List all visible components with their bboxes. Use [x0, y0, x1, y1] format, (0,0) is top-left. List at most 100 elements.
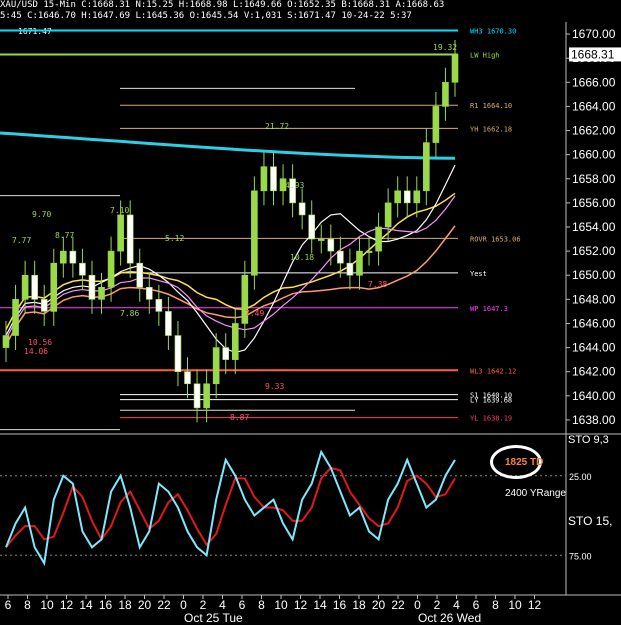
swing-label: 14.06	[24, 347, 48, 356]
time-tick-label: 6	[239, 598, 246, 612]
candle	[174, 335, 182, 373]
time-tick-label: 8	[492, 598, 499, 612]
time-tick-label: 20	[138, 598, 152, 612]
stoch-tick-label: 75.00	[569, 551, 592, 561]
candle	[145, 286, 153, 300]
chart-header-line2: 5:45 C:1646.70 H:1647.69 L:1645.36 O:164…	[0, 11, 412, 21]
price-tick-label: 1646.00	[572, 316, 616, 330]
time-tick-label: 20	[372, 598, 386, 612]
td-annotation: 1825 TD	[505, 457, 544, 468]
candle	[384, 202, 392, 228]
price-tick-label: 1670.00	[572, 27, 616, 41]
swing-label: 7.10	[110, 206, 129, 215]
candle	[260, 166, 268, 192]
candle	[12, 299, 19, 336]
candle	[21, 274, 29, 300]
candle	[451, 54, 459, 83]
candle	[413, 190, 421, 204]
price-tick-label: 1650.00	[572, 268, 616, 282]
price-tick-label: 1640.00	[572, 389, 616, 403]
candle	[337, 250, 344, 264]
candle	[308, 214, 316, 240]
date-label: Oct 26 Wed	[418, 611, 481, 625]
top-left-value: 1671.47	[18, 27, 52, 36]
time-tick-label: 14	[79, 598, 93, 612]
candle	[432, 106, 440, 143]
level-label: LY 1639.68	[470, 397, 512, 405]
swing-label: 21.72	[265, 122, 289, 131]
swing-label: 4.93	[285, 181, 304, 190]
time-tick-label: 8	[24, 598, 31, 612]
time-tick-label: 18	[352, 598, 366, 612]
level-label: ROVR 1653.06	[470, 235, 521, 243]
candle	[231, 323, 239, 360]
candle	[155, 299, 163, 312]
candle	[184, 371, 191, 385]
time-tick-label: 12	[60, 598, 74, 612]
swing-label: 9.33	[265, 382, 284, 391]
candle	[356, 250, 363, 276]
stoch-tick-label: 25.00	[569, 472, 592, 482]
level-label: WL3 1642.12	[470, 367, 516, 375]
swing-label: 19.32	[433, 43, 457, 52]
price-tick-label: 1654.00	[572, 220, 616, 234]
candle	[79, 262, 86, 276]
swing-label: 8.87	[230, 413, 249, 422]
price-tick-label: 1642.00	[572, 365, 616, 379]
swing-label: 10.56	[28, 338, 52, 347]
time-tick-label: 16	[333, 598, 347, 612]
candle	[60, 250, 67, 264]
time-tick-label: 4	[453, 598, 460, 612]
candle	[88, 274, 96, 300]
time-tick-label: 10	[508, 598, 522, 612]
chart-header-line1: XAU/USD 15-Min C:1668.31 N:15.25 H:1668.…	[0, 0, 445, 10]
price-chart: 1670.001668.001666.001664.001662.001660.…	[0, 22, 621, 625]
price-tick-label: 1638.00	[572, 413, 616, 427]
candle	[423, 142, 430, 192]
time-tick-label: 0	[414, 598, 421, 612]
stoch-label-top: STO 9,3	[568, 434, 609, 446]
candle	[365, 250, 373, 253]
candle	[403, 190, 411, 204]
price-tick-label: 1666.00	[572, 75, 616, 89]
time-tick-label: 2	[200, 598, 207, 612]
level-label: YH 1662.18	[470, 125, 512, 133]
ma-cyan	[0, 131, 456, 160]
price-tick-label: 1652.00	[572, 244, 616, 258]
candle	[2, 335, 10, 348]
time-tick-label: 10	[40, 598, 54, 612]
time-tick-label: 0	[180, 598, 187, 612]
date-label: Oct 25 Tue	[184, 611, 243, 625]
swing-label: 9.70	[32, 210, 51, 219]
candle	[317, 238, 325, 241]
price-tick-label: 1648.00	[572, 292, 616, 306]
current-price-label: 1668.31	[571, 47, 615, 61]
time-tick-label: 18	[118, 598, 132, 612]
candle	[394, 190, 401, 204]
stoch-fast-line	[5, 449, 456, 567]
swing-label: 8.77	[55, 231, 74, 240]
candle	[327, 238, 335, 252]
candle	[50, 262, 58, 312]
time-tick-label: 8	[258, 598, 265, 612]
swing-label: 7.77	[12, 236, 31, 245]
candle	[270, 166, 277, 192]
price-tick-label: 1658.00	[572, 172, 616, 186]
time-tick-label: 6	[5, 598, 12, 612]
swing-label: 7.86	[120, 309, 139, 318]
candle	[165, 311, 172, 336]
level-label: YL 1638.19	[470, 415, 512, 423]
level-label: R1 1664.10	[470, 102, 512, 110]
candle	[193, 383, 201, 409]
swing-label: 7.38	[368, 280, 387, 289]
candle	[136, 262, 144, 288]
candle	[442, 81, 449, 107]
candle	[98, 286, 105, 300]
candle	[117, 214, 124, 252]
candle	[251, 190, 258, 276]
candle	[203, 383, 210, 409]
time-tick-label: 14	[313, 598, 327, 612]
price-tick-label: 1660.00	[572, 148, 616, 162]
time-tick-label: 12	[528, 598, 542, 612]
candle	[298, 202, 306, 216]
